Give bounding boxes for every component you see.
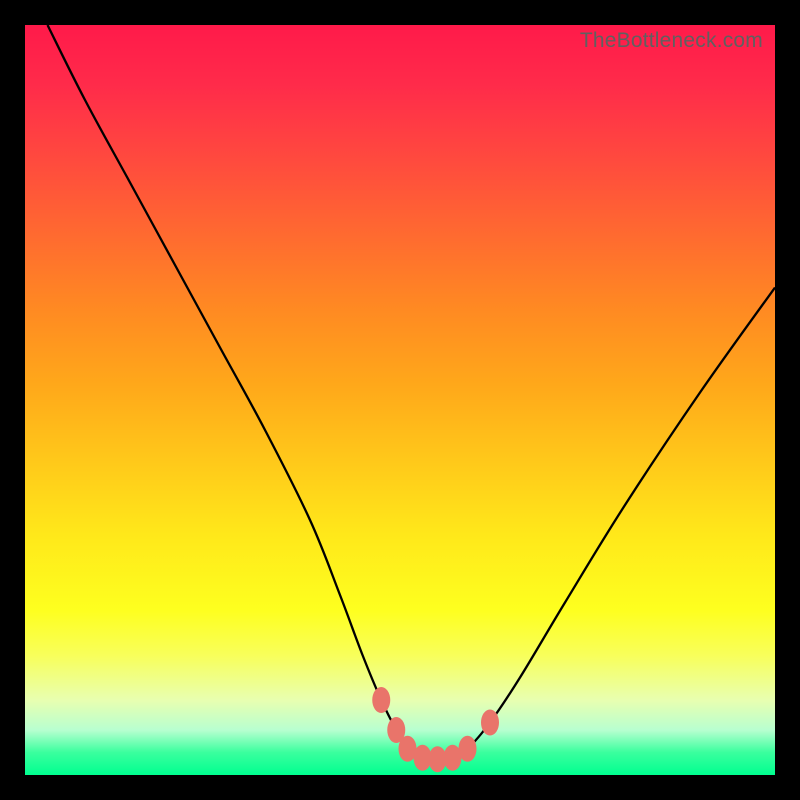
curve-line — [48, 25, 776, 759]
plot-area: TheBottleneck.com — [25, 25, 775, 775]
curve-markers — [372, 687, 499, 772]
chart-frame: TheBottleneck.com — [0, 0, 800, 800]
curve-marker — [372, 687, 390, 713]
curve-marker — [481, 710, 499, 736]
watermark-text: TheBottleneck.com — [580, 29, 763, 53]
bottleneck-curve — [25, 25, 775, 775]
curve-marker — [459, 736, 477, 762]
